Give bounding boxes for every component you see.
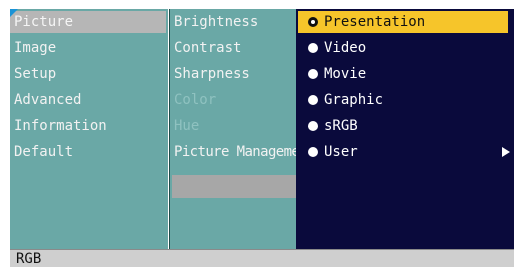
bullet-icon xyxy=(308,69,318,79)
main-menu-item-label: Picture xyxy=(14,14,74,30)
submenu-item-contrast[interactable]: Contrast xyxy=(170,37,294,59)
option-label: Presentation xyxy=(324,14,426,30)
main-menu-item-picture[interactable]: Picture xyxy=(10,11,166,33)
option-video[interactable]: Video xyxy=(296,37,514,59)
submenu-item-hue: Hue xyxy=(170,115,294,137)
projector-osd-menu: Picture Image Setup Advanced Information… xyxy=(0,0,514,267)
input-source-label: RGB xyxy=(16,251,42,267)
submenu-item-label: Picture Management xyxy=(174,144,296,160)
main-menu-item-label: Setup xyxy=(14,66,57,82)
option-label: Movie xyxy=(324,66,367,82)
option-label: User xyxy=(324,144,358,160)
main-menu: Picture Image Setup Advanced Information… xyxy=(10,9,168,249)
status-bar: RGB xyxy=(10,249,514,267)
option-label: Video xyxy=(324,40,367,56)
radio-selected-icon xyxy=(308,17,318,27)
submenu-item-label: Sharpness xyxy=(174,66,250,82)
option-user[interactable]: User xyxy=(296,141,514,163)
submenu-item-label: Contrast xyxy=(174,40,242,56)
submenu-item-brightness[interactable]: Brightness xyxy=(170,11,294,33)
picture-submenu: Brightness Contrast Sharpness Color Hue … xyxy=(169,9,296,249)
option-presentation[interactable]: Presentation xyxy=(298,11,508,33)
option-label: Graphic xyxy=(324,92,384,108)
main-menu-item-default[interactable]: Default xyxy=(10,141,164,163)
submenu-item-label: Brightness xyxy=(174,14,259,30)
option-movie[interactable]: Movie xyxy=(296,63,514,85)
bullet-icon xyxy=(308,121,318,131)
submenu-item-color: Color xyxy=(170,89,294,111)
arrow-right-icon xyxy=(502,147,510,157)
bullet-icon xyxy=(308,43,318,53)
submenu-item-label: Color xyxy=(174,92,217,108)
main-menu-item-information[interactable]: Information xyxy=(10,115,164,137)
main-menu-item-advanced[interactable]: Advanced xyxy=(10,89,164,111)
picture-mode-options: Presentation Video Movie Graphic sRGB Us… xyxy=(296,9,514,249)
main-menu-item-label: Image xyxy=(14,40,57,56)
main-menu-item-label: Information xyxy=(14,118,107,134)
bullet-icon xyxy=(308,147,318,157)
main-menu-item-setup[interactable]: Setup xyxy=(10,63,164,85)
option-graphic[interactable]: Graphic xyxy=(296,89,514,111)
main-menu-item-image[interactable]: Image xyxy=(10,37,164,59)
submenu-item-sharpness[interactable]: Sharpness xyxy=(170,63,294,85)
submenu-item-label: Hue xyxy=(174,118,200,134)
main-menu-item-label: Advanced xyxy=(14,92,82,108)
option-srgb[interactable]: sRGB xyxy=(296,115,514,137)
submenu-item-picture-management[interactable]: Picture Management xyxy=(170,141,296,163)
option-label: sRGB xyxy=(324,118,358,134)
submenu-empty-slot xyxy=(172,175,296,198)
main-menu-item-label: Default xyxy=(14,144,74,160)
corner-accent-icon xyxy=(10,9,18,17)
bullet-icon xyxy=(308,95,318,105)
